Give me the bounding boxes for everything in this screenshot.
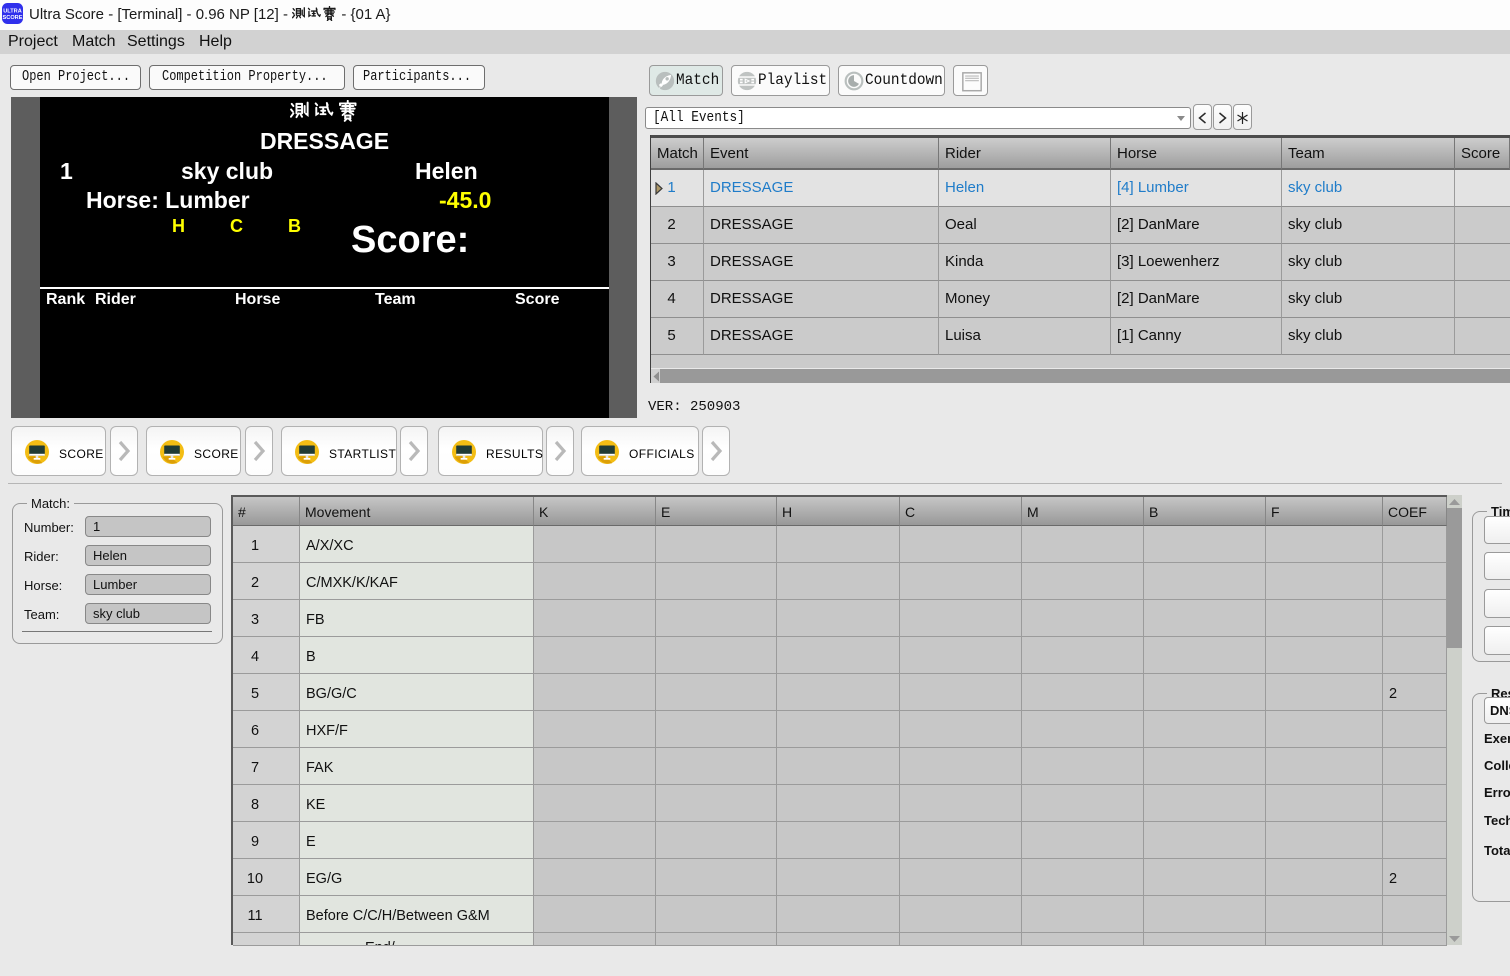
svg-text:SCORE: SCORE xyxy=(3,15,23,21)
svg-text:ULTRA: ULTRA xyxy=(3,8,22,14)
